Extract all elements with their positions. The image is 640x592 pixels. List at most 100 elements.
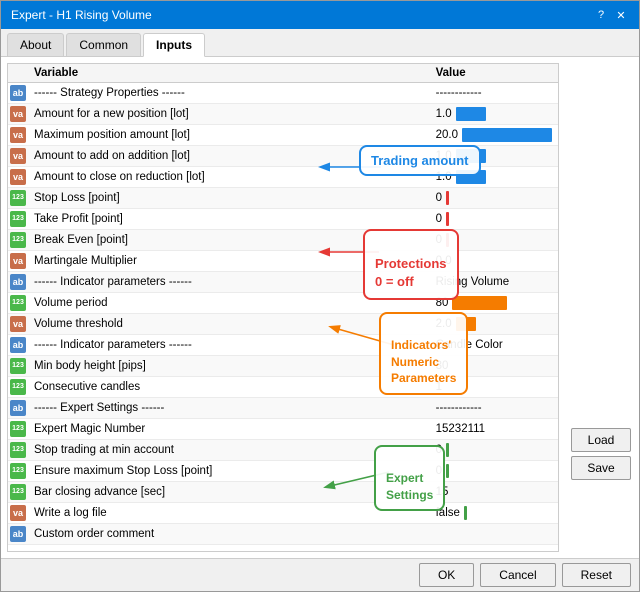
help-button[interactable]: ?	[593, 7, 609, 23]
table-row[interactable]: ab------ Indicator parameters ------Risi…	[8, 272, 558, 293]
table-row[interactable]: vaMaximum position amount [lot]20.0	[8, 125, 558, 146]
ok-button[interactable]: OK	[419, 563, 474, 587]
row-name: Stop trading at min account	[28, 440, 430, 461]
table-row[interactable]: 123Expert Magic Number15232111	[8, 419, 558, 440]
row-name: Consecutive candles	[28, 377, 430, 398]
row-name: Stop Loss [point]	[28, 188, 430, 209]
row-value[interactable]: 15232111	[430, 419, 558, 440]
row-value[interactable]: 20.0	[430, 125, 558, 146]
row-value[interactable]: Rising Volume	[430, 272, 558, 293]
tab-bar: About Common Inputs	[1, 29, 639, 57]
row-icon: va	[8, 125, 28, 146]
table-row[interactable]: abCustom order comment	[8, 524, 558, 545]
row-icon: ab	[8, 398, 28, 419]
reset-button[interactable]: Reset	[562, 563, 631, 587]
col-value: Value	[430, 64, 558, 83]
row-icon: va	[8, 503, 28, 524]
table-row[interactable]: vaMartingale Multiplier0.0	[8, 251, 558, 272]
row-name: Maximum position amount [lot]	[28, 125, 430, 146]
table-row[interactable]: vaAmount to close on reduction [lot]1.0	[8, 167, 558, 188]
row-value[interactable]: 0	[430, 440, 558, 461]
row-name: ------ Strategy Properties ------	[28, 83, 430, 104]
row-value[interactable]: false	[430, 503, 558, 524]
row-name: Volume period	[28, 293, 430, 314]
row-value[interactable]: 0	[430, 188, 558, 209]
table-row[interactable]: 123Stop trading at min account0	[8, 440, 558, 461]
table-row[interactable]: 123Stop Loss [point]0	[8, 188, 558, 209]
save-button[interactable]: Save	[571, 456, 631, 480]
table-row[interactable]: 123Bar closing advance [sec]15	[8, 482, 558, 503]
col-variable: Variable	[28, 64, 430, 83]
tab-common[interactable]: Common	[66, 33, 141, 56]
row-icon: 123	[8, 419, 28, 440]
row-value[interactable]: 1.0	[430, 167, 558, 188]
row-icon: 123	[8, 209, 28, 230]
row-icon: 123	[8, 188, 28, 209]
row-name: Expert Magic Number	[28, 419, 430, 440]
side-buttons: Load Save	[571, 428, 631, 480]
row-icon: 123	[8, 377, 28, 398]
window-title: Expert - H1 Rising Volume	[11, 8, 152, 22]
row-icon: ab	[8, 83, 28, 104]
row-icon: 123	[8, 356, 28, 377]
row-icon: 123	[8, 461, 28, 482]
tab-inputs[interactable]: Inputs	[143, 33, 205, 57]
row-name: Write a log file	[28, 503, 430, 524]
row-icon: va	[8, 251, 28, 272]
table-row[interactable]: 123Volume period80	[8, 293, 558, 314]
table-row[interactable]: vaVolume threshold2.0	[8, 314, 558, 335]
row-value[interactable]: 1.0	[430, 146, 558, 167]
row-name: Custom order comment	[28, 524, 430, 545]
row-value[interactable]: 80	[430, 293, 558, 314]
row-name: Amount to add on addition [lot]	[28, 146, 430, 167]
tab-about[interactable]: About	[7, 33, 64, 56]
row-value[interactable]: 0.0	[430, 251, 558, 272]
main-content: Trading amount Protections0 = off Indica…	[1, 57, 639, 558]
table-row[interactable]: 123Ensure maximum Stop Loss [point]0	[8, 461, 558, 482]
load-button[interactable]: Load	[571, 428, 631, 452]
row-icon: ab	[8, 524, 28, 545]
row-icon: va	[8, 104, 28, 125]
row-icon: 123	[8, 440, 28, 461]
table-row[interactable]: vaAmount for a new position [lot]1.0	[8, 104, 558, 125]
row-icon: va	[8, 314, 28, 335]
row-value[interactable]: 15	[430, 482, 558, 503]
row-name: Min body height [pips]	[28, 356, 430, 377]
row-name: Bar closing advance [sec]	[28, 482, 430, 503]
cancel-button[interactable]: Cancel	[480, 563, 555, 587]
table-row[interactable]: ab------ Strategy Properties -----------…	[8, 83, 558, 104]
table-row[interactable]: 123Break Even [point]0	[8, 230, 558, 251]
row-value[interactable]: 1	[430, 377, 558, 398]
row-value[interactable]: 2.0	[430, 314, 558, 335]
row-name: Amount to close on reduction [lot]	[28, 167, 430, 188]
row-icon: ab	[8, 272, 28, 293]
table-row[interactable]: 123Consecutive candles1	[8, 377, 558, 398]
table-row[interactable]: 123Min body height [pips]30	[8, 356, 558, 377]
row-icon: va	[8, 146, 28, 167]
row-icon: 123	[8, 293, 28, 314]
table-body: ab------ Strategy Properties -----------…	[8, 83, 558, 545]
row-value[interactable]: ------------	[430, 398, 558, 419]
row-value[interactable]	[430, 524, 558, 545]
table-header: Variable Value	[8, 64, 558, 83]
row-name: ------ Indicator parameters ------	[28, 335, 430, 356]
row-value[interactable]: 0	[430, 230, 558, 251]
row-name: ------ Indicator parameters ------	[28, 272, 430, 293]
footer-controls: OK Cancel Reset	[1, 558, 639, 591]
close-button[interactable]: ✕	[613, 7, 629, 23]
parameters-table: Variable Value ab------ Strategy Propert…	[8, 64, 558, 545]
table-row[interactable]: vaWrite a log filefalse	[8, 503, 558, 524]
col-icon	[8, 64, 28, 83]
row-value[interactable]: 0	[430, 461, 558, 482]
title-controls: ? ✕	[593, 7, 629, 23]
row-name: Ensure maximum Stop Loss [point]	[28, 461, 430, 482]
table-row[interactable]: ab------ Indicator parameters ------Cand…	[8, 335, 558, 356]
table-row[interactable]: ab------ Expert Settings ---------------…	[8, 398, 558, 419]
row-value[interactable]: 0	[430, 209, 558, 230]
row-value[interactable]: 1.0	[430, 104, 558, 125]
row-value[interactable]: 30	[430, 356, 558, 377]
row-value[interactable]: Candle Color	[430, 335, 558, 356]
row-value[interactable]: ------------	[430, 83, 558, 104]
table-row[interactable]: vaAmount to add on addition [lot]1.0	[8, 146, 558, 167]
table-row[interactable]: 123Take Profit [point]0	[8, 209, 558, 230]
